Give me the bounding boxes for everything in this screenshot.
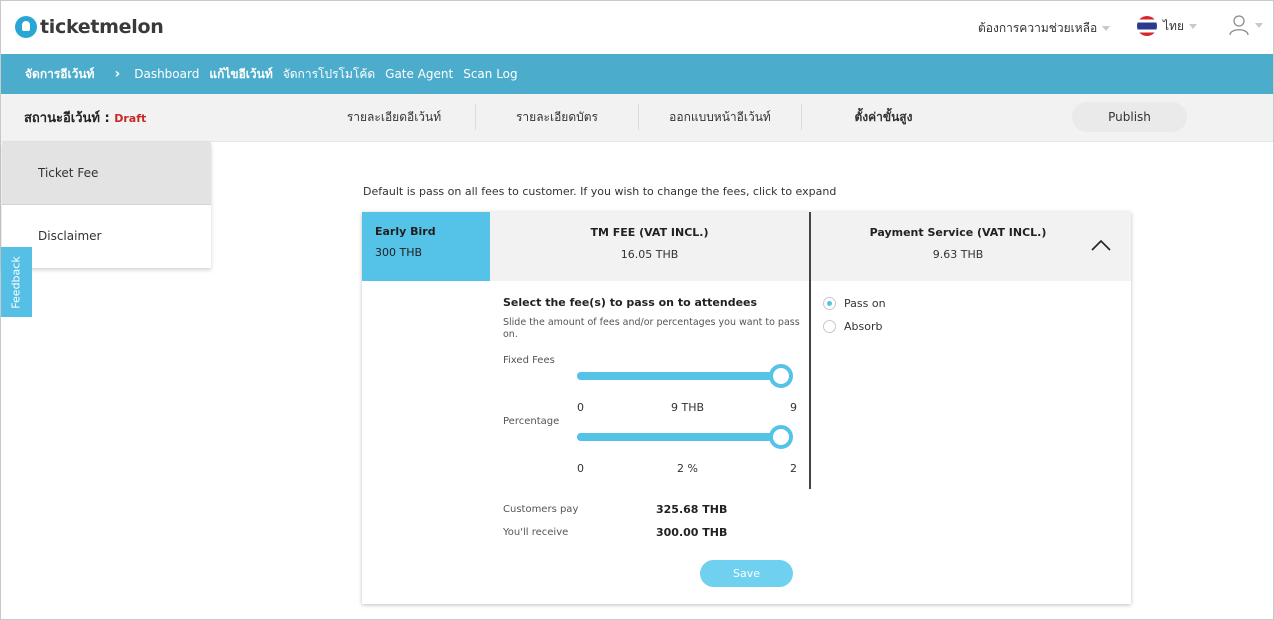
ticket-fee-card: Early Bird 300 THB TM FEE (VAT INCL.) 16… bbox=[362, 212, 1131, 604]
logo-icon bbox=[15, 16, 37, 38]
status-badge: Draft bbox=[114, 112, 147, 125]
fixed-fees-min: 0 bbox=[577, 401, 584, 414]
sidebar-item-disclaimer[interactable]: Disclaimer bbox=[2, 205, 211, 268]
payment-fee-title: Payment Service (VAT INCL.) bbox=[869, 226, 1047, 239]
feedback-tab[interactable]: Feedback bbox=[1, 247, 32, 317]
logo-text: ticketmelon bbox=[40, 16, 164, 38]
slider-thumb[interactable] bbox=[769, 364, 793, 388]
ticket-name: Early Bird bbox=[375, 225, 436, 238]
absorb-label: Absorb bbox=[844, 320, 883, 333]
percentage-max: 2 bbox=[790, 462, 797, 475]
fixed-fees-current: 9 THB bbox=[671, 401, 705, 414]
nav-gate-agent[interactable]: Gate Agent bbox=[385, 67, 453, 81]
fixed-fees-slider[interactable] bbox=[577, 362, 797, 390]
tab-advanced-settings[interactable]: ตั้งค่าขั้นสูง bbox=[802, 104, 965, 130]
percentage-current: 2 % bbox=[677, 462, 698, 475]
chevron-down-icon bbox=[1255, 22, 1263, 28]
radio-pass-on[interactable]: Pass on bbox=[823, 297, 886, 310]
select-fee-title: Select the fee(s) to pass on to attendee… bbox=[503, 296, 758, 309]
column-divider bbox=[809, 212, 811, 489]
tab-page-design[interactable]: ออกแบบหน้าอีเว้นท์ bbox=[639, 104, 802, 130]
fixed-fees-max: 9 bbox=[790, 401, 797, 414]
ticket-cell: Early Bird 300 THB bbox=[362, 212, 490, 281]
slider-fill bbox=[577, 372, 783, 380]
ticket-fee-header[interactable]: Early Bird 300 THB TM FEE (VAT INCL.) 16… bbox=[362, 212, 1131, 281]
select-fee-description: Slide the amount of fees and/or percenta… bbox=[503, 317, 800, 340]
slider-fill bbox=[577, 433, 783, 441]
fee-intro-text: Default is pass on all fees to customer.… bbox=[363, 185, 837, 198]
ticket-price: 300 THB bbox=[375, 246, 423, 259]
event-status-label: สถานะอีเว้นท์ : bbox=[24, 111, 115, 126]
radio-button[interactable] bbox=[823, 320, 836, 333]
event-status: สถานะอีเว้นท์ : Draft bbox=[24, 107, 146, 128]
chevron-down-icon bbox=[1188, 23, 1197, 29]
help-label: ต้องการความช่วยเหลือ bbox=[978, 21, 1098, 35]
thai-flag-icon bbox=[1137, 16, 1157, 36]
you-receive-label: You'll receive bbox=[503, 527, 569, 538]
tm-fee-column: TM FEE (VAT INCL.) 16.05 THB bbox=[490, 212, 809, 281]
sidebar-item-ticket-fee[interactable]: Ticket Fee bbox=[2, 142, 211, 205]
percentage-label: Percentage bbox=[503, 416, 560, 427]
chevron-right-icon: › bbox=[114, 66, 121, 82]
radio-absorb[interactable]: Absorb bbox=[823, 320, 882, 333]
radio-button[interactable] bbox=[823, 297, 836, 310]
customers-pay-value: 325.68 THB bbox=[656, 503, 728, 516]
language-label: ไทย bbox=[1163, 18, 1184, 33]
ticketmelon-logo[interactable]: ticketmelon bbox=[15, 14, 164, 40]
slider-thumb[interactable] bbox=[769, 425, 793, 449]
percentage-slider[interactable] bbox=[577, 423, 797, 451]
publish-button[interactable]: Publish bbox=[1072, 102, 1187, 132]
settings-sidebar: Ticket Fee Disclaimer bbox=[2, 142, 211, 268]
you-receive-value: 300.00 THB bbox=[656, 526, 728, 539]
nav-promo-code[interactable]: จัดการโปรโมโค้ด bbox=[283, 65, 375, 84]
percentage-min: 0 bbox=[577, 462, 584, 475]
event-nav-bar: จัดการอีเว้นท์ › Dashboard แก้ไขอีเว้นท์… bbox=[1, 54, 1273, 94]
tab-event-details[interactable]: รายละเอียดอีเว้นท์ bbox=[313, 104, 476, 130]
chevron-down-icon bbox=[1102, 26, 1111, 31]
nav-dashboard[interactable]: Dashboard bbox=[134, 67, 199, 81]
user-icon bbox=[1229, 15, 1249, 36]
payment-fee-column: Payment Service (VAT INCL.) 9.63 THB bbox=[811, 212, 1105, 281]
top-header: ticketmelon ต้องการความช่วยเหลือ ไทย bbox=[1, 1, 1273, 54]
tm-fee-value: 16.05 THB bbox=[620, 248, 679, 261]
tm-fee-title: TM FEE (VAT INCL.) bbox=[590, 226, 709, 239]
payment-fee-value: 9.63 THB bbox=[932, 248, 984, 261]
feedback-label: Feedback bbox=[10, 255, 24, 309]
chevron-up-icon[interactable] bbox=[1090, 238, 1112, 252]
event-status-bar: สถานะอีเว้นท์ : Draft รายละเอียดอีเว้นท์… bbox=[1, 94, 1273, 142]
breadcrumb-manage-event[interactable]: จัดการอีเว้นท์ bbox=[25, 65, 94, 84]
nav-scan-log[interactable]: Scan Log bbox=[463, 67, 517, 81]
save-button[interactable]: Save bbox=[700, 560, 793, 587]
user-menu[interactable] bbox=[1228, 14, 1263, 36]
nav-edit-event[interactable]: แก้ไขอีเว้นท์ bbox=[209, 65, 272, 84]
help-dropdown[interactable]: ต้องการความช่วยเหลือ bbox=[978, 19, 1111, 38]
pass-on-label: Pass on bbox=[844, 297, 886, 310]
customers-pay-label: Customers pay bbox=[503, 504, 579, 515]
language-dropdown[interactable]: ไทย bbox=[1137, 16, 1197, 36]
fixed-fees-label: Fixed Fees bbox=[503, 355, 555, 366]
event-tabs: รายละเอียดอีเว้นท์ รายละเอียดบัตร ออกแบบ… bbox=[313, 104, 965, 130]
tab-ticket-details[interactable]: รายละเอียดบัตร bbox=[476, 104, 639, 130]
